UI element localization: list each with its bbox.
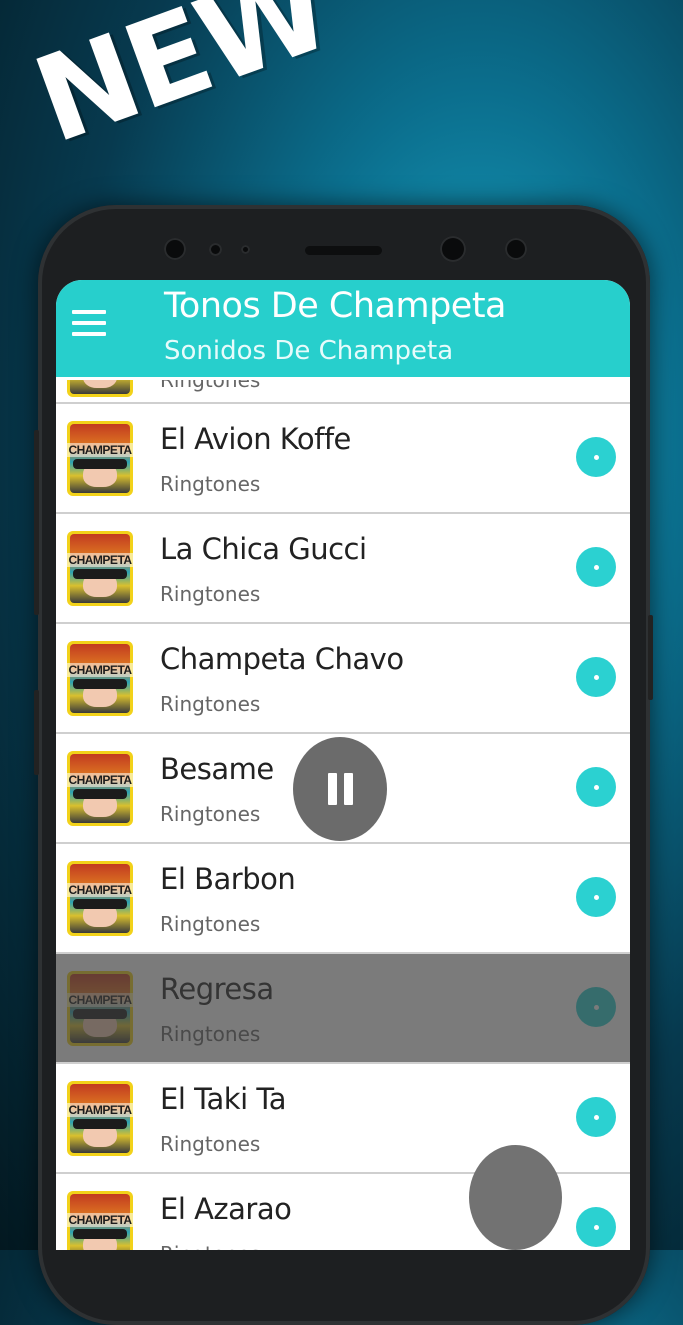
play-circle-icon[interactable]: [576, 1097, 616, 1137]
list-item-partial[interactable]: Ringtones: [56, 380, 630, 404]
play-circle-icon[interactable]: [576, 437, 616, 477]
thumbnail-label: CHAMPETA: [67, 663, 133, 677]
phone-front-camera: [164, 238, 186, 260]
ringtone-thumbnail: CHAMPETA: [67, 751, 133, 826]
thumbnail-label: CHAMPETA: [67, 443, 133, 457]
thumbnail-label: CHAMPETA: [67, 773, 133, 787]
phone-sensor: [209, 243, 222, 256]
app-subtitle: Sonidos De Champeta: [164, 336, 454, 366]
floating-action-button[interactable]: [469, 1145, 562, 1250]
ringtone-title: El Taki Ta: [160, 1082, 287, 1116]
ringtone-thumbnail: CHAMPETA: [67, 641, 133, 716]
ringtone-thumbnail: CHAMPETA: [67, 861, 133, 936]
ringtone-thumbnail: CHAMPETA: [67, 1191, 133, 1250]
app-title: Tonos De Champeta: [164, 286, 507, 326]
ringtone-thumbnail: CHAMPETA: [67, 531, 133, 606]
ringtone-subtitle: Ringtones: [160, 692, 261, 716]
ringtone-subtitle: Ringtones: [160, 380, 261, 392]
ringtone-title: La Chica Gucci: [160, 532, 367, 566]
ringtone-thumbnail: CHAMPETA: [67, 971, 133, 1046]
ringtone-subtitle: Ringtones: [160, 1242, 260, 1250]
phone-side-button: [648, 615, 653, 700]
ringtone-subtitle: Ringtones: [160, 802, 261, 826]
ringtone-title: Besame: [160, 752, 274, 786]
phone-speaker: [305, 246, 382, 255]
ringtone-title: Regresa: [160, 972, 274, 1006]
pause-button[interactable]: [293, 737, 387, 841]
phone-side-button: [34, 430, 39, 615]
thumbnail-label: CHAMPETA: [67, 883, 133, 897]
promo-new-badge: NEW: [18, 0, 345, 170]
ringtone-title: El Azarao: [160, 1192, 292, 1226]
ringtone-subtitle: Ringtones: [160, 1022, 261, 1046]
hamburger-menu-icon[interactable]: [72, 310, 106, 340]
ringtone-thumbnail: CHAMPETA: [67, 421, 133, 496]
ringtone-title: El Avion Koffe: [160, 422, 351, 456]
thumbnail-label: CHAMPETA: [67, 993, 133, 1007]
pause-icon: [328, 773, 337, 805]
phone-sensor: [241, 245, 250, 254]
play-circle-icon[interactable]: [576, 657, 616, 697]
play-circle-icon[interactable]: [576, 987, 616, 1027]
phone-sensor: [505, 238, 527, 260]
list-item[interactable]: CHAMPETA El Avion Koffe Ringtones: [56, 404, 630, 514]
app-bar: Tonos De Champeta Sonidos De Champeta: [56, 280, 630, 377]
ringtone-thumbnail: CHAMPETA: [67, 1081, 133, 1156]
ringtone-title: El Barbon: [160, 862, 296, 896]
phone-side-button: [34, 690, 39, 775]
ringtone-subtitle: Ringtones: [160, 912, 261, 936]
ringtone-thumbnail: [67, 380, 133, 397]
ringtone-subtitle: Ringtones: [160, 582, 261, 606]
play-circle-icon[interactable]: [576, 547, 616, 587]
list-item[interactable]: CHAMPETA La Chica Gucci Ringtones: [56, 514, 630, 624]
thumbnail-label: CHAMPETA: [67, 553, 133, 567]
ringtone-title: Champeta Chavo: [160, 642, 404, 676]
ringtone-list: Ringtones: [56, 380, 630, 404]
play-circle-icon[interactable]: [576, 767, 616, 807]
thumbnail-label: CHAMPETA: [67, 1103, 133, 1117]
thumbnail-label: CHAMPETA: [67, 1213, 133, 1227]
list-item[interactable]: CHAMPETA El Barbon Ringtones: [56, 844, 630, 954]
app-screen: Tonos De Champeta Sonidos De Champeta Ri…: [56, 280, 630, 1250]
pause-icon: [344, 773, 353, 805]
list-item[interactable]: CHAMPETA Regresa Ringtones: [56, 954, 630, 1064]
play-circle-icon[interactable]: [576, 877, 616, 917]
play-circle-icon[interactable]: [576, 1207, 616, 1247]
ringtone-subtitle: Ringtones: [160, 472, 261, 496]
list-item[interactable]: CHAMPETA Champeta Chavo Ringtones: [56, 624, 630, 734]
phone-iris-camera: [440, 236, 466, 262]
ringtone-subtitle: Ringtones: [160, 1132, 261, 1156]
